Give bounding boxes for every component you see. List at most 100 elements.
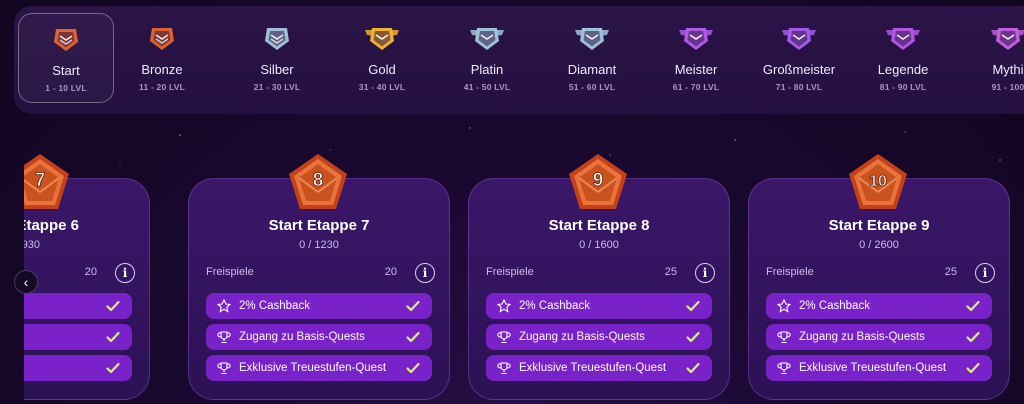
star-icon — [497, 299, 511, 313]
checkmark-icon — [966, 300, 980, 312]
perk-label: euestufen-Quest — [24, 362, 106, 374]
tier-9[interactable]: Legende 81 - 90 LVL — [855, 13, 951, 103]
tier-10[interactable]: Mythi 91 - 100 — [960, 13, 1024, 103]
previous-stage-button[interactable]: ‹ — [14, 270, 38, 294]
perk-label: Zugang zu Basis-Quests — [799, 331, 925, 343]
rank-insignia-icon — [54, 29, 78, 51]
info-button[interactable]: i — [415, 263, 435, 283]
free-spins-row: Freispiele 20 i — [206, 263, 435, 283]
free-spins-row: Freispiele 25 i — [486, 263, 715, 283]
trophy-icon — [777, 362, 791, 375]
tier-6[interactable]: Diamant 51 - 60 LVL — [544, 13, 640, 103]
perk-row: 2% Cashback — [206, 293, 432, 319]
tier-level-range: 21 - 30 LVL — [253, 82, 301, 92]
checkmark-icon — [406, 331, 420, 343]
tier-level-range: 11 - 20 LVL — [139, 82, 185, 92]
info-button[interactable]: i — [115, 263, 135, 283]
perk-row: 2% Cashback — [766, 293, 992, 319]
rank-insignia-icon — [265, 28, 289, 50]
tier-level-range: 41 - 50 LVL — [463, 82, 511, 92]
tier-7[interactable]: Meister 61 - 70 LVL — [648, 13, 744, 103]
rank-insignia-icon — [150, 28, 174, 50]
level-badge: 10 — [849, 154, 907, 209]
tier-5[interactable]: Platin 41 - 50 LVL — [439, 13, 535, 103]
tier-name: Diamant — [567, 62, 617, 77]
chevron-left-icon: ‹ — [23, 274, 29, 290]
perk-row: Basis-Quests — [24, 324, 132, 350]
perk-label: Exklusive Treuestufen-Quest — [519, 362, 667, 374]
free-spins-label: Freispiele — [766, 266, 814, 278]
tier-level-range: 71 - 80 LVL — [775, 82, 823, 92]
rank-insignia-icon — [782, 28, 816, 50]
tier-2[interactable]: Bronze 11 - 20 LVL — [114, 13, 210, 103]
stage-progress: 0 / 1230 — [299, 239, 339, 251]
perk-label: 2% Cashback — [239, 300, 310, 312]
checkmark-icon — [406, 362, 420, 374]
checkmark-icon — [686, 362, 700, 374]
tier-8[interactable]: Großmeister 71 - 80 LVL — [751, 13, 847, 103]
checkmark-icon — [966, 331, 980, 343]
tier-level-range: 91 - 100 — [991, 82, 1024, 92]
trophy-icon — [217, 362, 231, 375]
free-spins-label: Freispiele — [206, 266, 254, 278]
tier-level-range: 31 - 40 LVL — [358, 82, 406, 92]
checkmark-icon — [686, 300, 700, 312]
perk-row: Zugang zu Basis-Quests — [766, 324, 992, 350]
free-spins-value: 25 — [944, 266, 957, 278]
free-spins-row: 20 i — [24, 263, 135, 283]
tier-level-range: 51 - 60 LVL — [568, 82, 616, 92]
tier-name: Legende — [877, 62, 929, 77]
trophy-icon — [497, 331, 511, 344]
tier-level-range: 81 - 90 LVL — [879, 82, 927, 92]
info-icon: i — [702, 266, 708, 280]
info-icon: i — [122, 266, 128, 280]
checkmark-icon — [686, 331, 700, 343]
perk-label: Exklusive Treuestufen-Quest — [799, 362, 947, 374]
checkmark-icon — [106, 331, 120, 343]
trophy-icon — [497, 362, 511, 375]
level-badge: 8 — [289, 154, 347, 209]
stage-progress: 0 / 930 — [24, 239, 40, 251]
info-button[interactable]: i — [695, 263, 715, 283]
stage-title: Etappe 6 — [24, 217, 79, 234]
stage-cards-carousel: Etappe 6 0 / 930 20 i ck Basis-Quests euestufe… — [24, 118, 1024, 404]
tier-3[interactable]: Silber 21 - 30 LVL — [229, 13, 325, 103]
rank-insignia-icon — [365, 28, 399, 50]
tier-level-range: 61 - 70 LVL — [672, 82, 720, 92]
perk-row: Exklusive Treuestufen-Quest — [206, 355, 432, 381]
trophy-icon — [217, 331, 231, 344]
tier-1[interactable]: Start 1 - 10 LVL — [18, 13, 114, 103]
perk-label: Zugang zu Basis-Quests — [239, 331, 365, 343]
stage-title: Start Etappe 7 — [268, 217, 370, 234]
rank-insignia-icon — [575, 28, 609, 50]
stage-title: Start Etappe 9 — [828, 217, 930, 234]
tier-name: Meister — [674, 62, 718, 77]
tier-name: Großmeister — [762, 62, 836, 77]
stage-title: Start Etappe 8 — [548, 217, 650, 234]
free-spins-value: 25 — [664, 266, 677, 278]
checkmark-icon — [106, 300, 120, 312]
stage-progress: 0 / 1600 — [579, 239, 619, 251]
level-number: 8 — [313, 170, 324, 191]
info-icon: i — [982, 266, 988, 280]
tier-level-range: 1 - 10 LVL — [45, 83, 87, 93]
perk-row: Zugang zu Basis-Quests — [206, 324, 432, 350]
tier-selector-bar: Start 1 - 10 LVL Bronze 11 - 20 LVL Silber 21… — [14, 6, 1024, 114]
perk-label: Zugang zu Basis-Quests — [519, 331, 645, 343]
rank-insignia-icon — [886, 28, 920, 50]
tier-name: Start — [52, 63, 80, 78]
info-icon: i — [422, 266, 428, 280]
level-number: 10 — [869, 173, 887, 190]
perk-label: Basis-Quests — [24, 331, 106, 343]
free-spins-label: Freispiele — [486, 266, 534, 278]
perk-label: Exklusive Treuestufen-Quest — [239, 362, 387, 374]
tier-4[interactable]: Gold 31 - 40 LVL — [334, 13, 430, 103]
perk-label: 2% Cashback — [519, 300, 590, 312]
perk-label: ck — [24, 300, 106, 312]
rank-insignia-icon — [991, 28, 1024, 50]
star-icon — [217, 299, 231, 313]
info-button[interactable]: i — [975, 263, 995, 283]
free-spins-row: Freispiele 25 i — [766, 263, 995, 283]
rank-insignia-icon — [679, 28, 713, 50]
level-badge: 9 — [569, 154, 627, 209]
